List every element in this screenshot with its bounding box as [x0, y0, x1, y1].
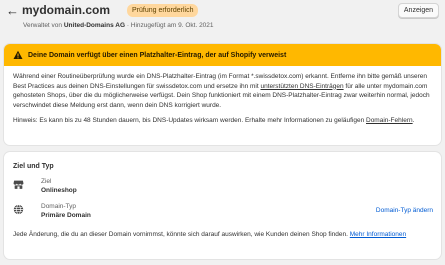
- page-subtitle: Verwaltet von United-Domains AG · Hinzug…: [23, 21, 214, 30]
- banner-text-2b: .: [412, 117, 415, 125]
- show-button[interactable]: Anzeigen: [398, 3, 439, 18]
- arrow-left-icon[interactable]: ←: [6, 4, 20, 18]
- section-title: Ziel und Typ: [13, 163, 54, 170]
- target-label: Ziel: [41, 178, 52, 185]
- more-info-link[interactable]: Mehr Informationen: [350, 231, 406, 238]
- footnote: Jede Änderung, die du an dieser Domain v…: [13, 230, 433, 240]
- supported-dns-records-link[interactable]: unterstützten DNS-Einträgen: [260, 83, 343, 90]
- banner-text-2a: Hinweis: Es kann bis zu 48 Stunden dauer…: [13, 117, 366, 125]
- store-icon: [13, 180, 24, 189]
- domain-type-value: Primäre Domain: [41, 212, 91, 219]
- subtitle-manager: United-Domains AG: [63, 22, 125, 29]
- target-value: Onlineshop: [41, 187, 77, 194]
- page-title: mydomain.com: [22, 3, 111, 17]
- page-header: ← mydomain.com Prüfung erforderlich Verw…: [0, 0, 445, 42]
- banner-paragraph-1: Während einer Routineüberprüfung wurde e…: [13, 72, 432, 110]
- target-type-card: Ziel und Typ Ziel Onlineshop Domain-Typ …: [4, 152, 441, 259]
- target-row: Ziel Onlineshop: [13, 177, 433, 197]
- status-badge: Prüfung erforderlich: [127, 4, 199, 17]
- domain-type-label: Domain-Typ: [41, 203, 77, 210]
- banner-title: Deine Domain verfügt über einen Platzhal…: [28, 51, 287, 59]
- banner-body: Während einer Routineüberprüfung wurde e…: [4, 66, 441, 126]
- banner-paragraph-2: Hinweis: Es kann bis zu 48 Stunden dauer…: [13, 116, 432, 126]
- change-domain-type-link[interactable]: Domain-Typ ändern: [376, 207, 433, 214]
- domain-errors-link[interactable]: Domain-Fehlern: [366, 117, 413, 124]
- warning-banner: Deine Domain verfügt über einen Platzhal…: [4, 44, 441, 145]
- footnote-text: Jede Änderung, die du an dieser Domain v…: [13, 231, 350, 238]
- globe-icon: [13, 204, 24, 215]
- subtitle-prefix: Verwaltet von: [23, 22, 63, 29]
- subtitle-suffix: · Hinzugefügt am 9. Okt. 2021: [126, 22, 214, 29]
- domain-type-row: Domain-Typ Primäre Domain Domain-Typ änd…: [13, 202, 433, 222]
- banner-header: Deine Domain verfügt über einen Platzhal…: [4, 44, 441, 66]
- warning-triangle-icon: [13, 50, 23, 59]
